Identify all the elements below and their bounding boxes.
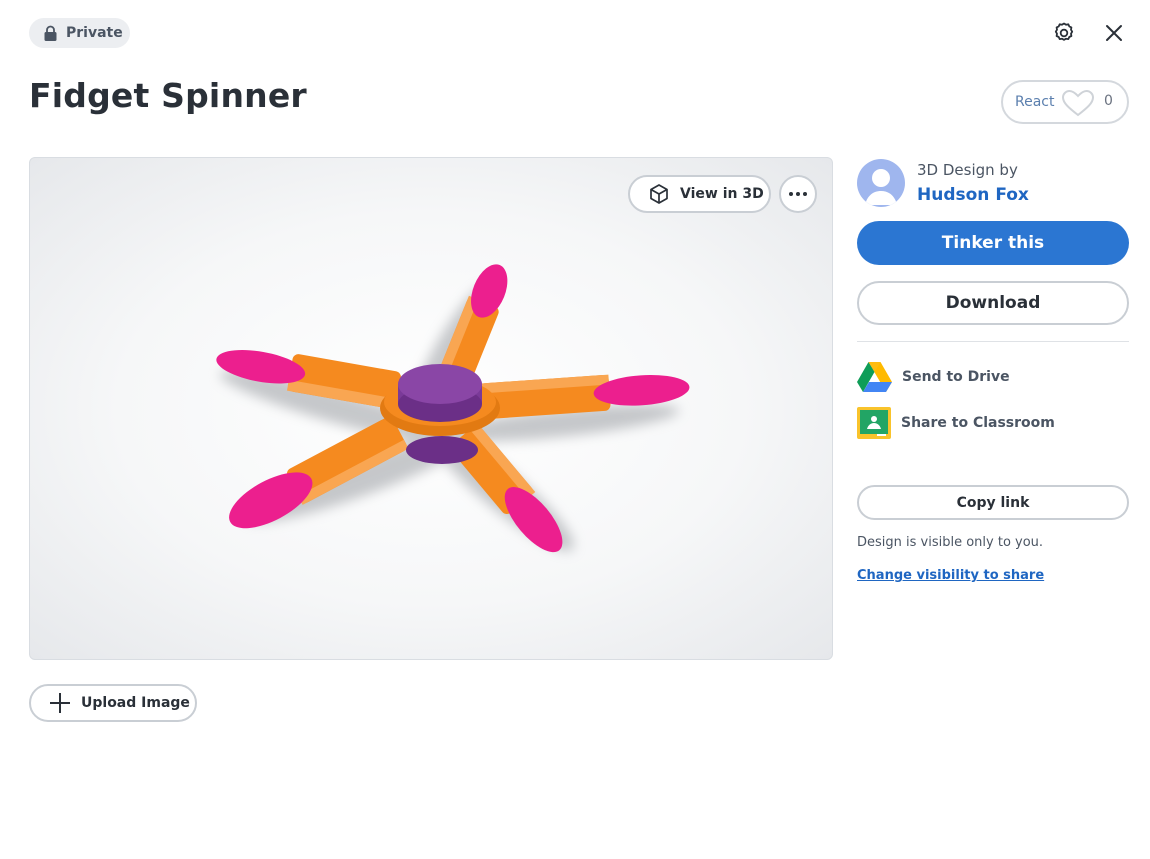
visibility-note: Design is visible only to you. bbox=[857, 535, 1044, 550]
close-button[interactable] bbox=[1100, 19, 1128, 47]
avatar[interactable] bbox=[857, 159, 905, 207]
react-label: React bbox=[1015, 94, 1055, 110]
divider bbox=[857, 341, 1129, 342]
share-to-classroom-button[interactable]: Share to Classroom bbox=[857, 407, 1055, 439]
gear-icon bbox=[1054, 22, 1074, 41]
more-options-button[interactable] bbox=[779, 175, 817, 213]
upload-image-label: Upload Image bbox=[81, 695, 190, 711]
google-drive-icon bbox=[857, 362, 892, 392]
design-viewer[interactable]: View in 3D bbox=[29, 157, 833, 660]
copy-link-button[interactable]: Copy link bbox=[857, 485, 1129, 520]
author-name-link[interactable]: Hudson Fox bbox=[917, 185, 1029, 205]
fidget-spinner-render bbox=[216, 264, 690, 553]
author-byline: 3D Design by bbox=[917, 161, 1018, 179]
visibility-badge[interactable]: Private bbox=[29, 18, 130, 48]
google-classroom-icon bbox=[857, 407, 891, 439]
send-to-drive-button[interactable]: Send to Drive bbox=[857, 361, 1010, 392]
tinker-this-button[interactable]: Tinker this bbox=[857, 221, 1129, 265]
share-to-classroom-label: Share to Classroom bbox=[901, 415, 1055, 431]
view-in-3d-button[interactable]: View in 3D bbox=[628, 175, 771, 213]
view-in-3d-label: View in 3D bbox=[680, 186, 764, 202]
lock-icon bbox=[44, 25, 57, 41]
heart-icon bbox=[1061, 89, 1095, 117]
react-count: 0 bbox=[1104, 93, 1113, 109]
page-title: Fidget Spinner bbox=[29, 76, 307, 115]
user-icon bbox=[865, 169, 897, 205]
visibility-label: Private bbox=[66, 25, 123, 41]
change-visibility-link[interactable]: Change visibility to share bbox=[857, 568, 1044, 583]
download-button[interactable]: Download bbox=[857, 281, 1129, 325]
ellipsis-icon bbox=[789, 192, 793, 196]
settings-button[interactable] bbox=[1050, 19, 1078, 47]
plus-icon bbox=[50, 693, 70, 713]
send-to-drive-label: Send to Drive bbox=[902, 368, 1010, 385]
upload-image-button[interactable]: Upload Image bbox=[29, 684, 197, 722]
close-icon bbox=[1106, 25, 1122, 41]
react-button[interactable]: React 0 bbox=[1001, 80, 1129, 124]
cube-icon bbox=[650, 184, 668, 204]
